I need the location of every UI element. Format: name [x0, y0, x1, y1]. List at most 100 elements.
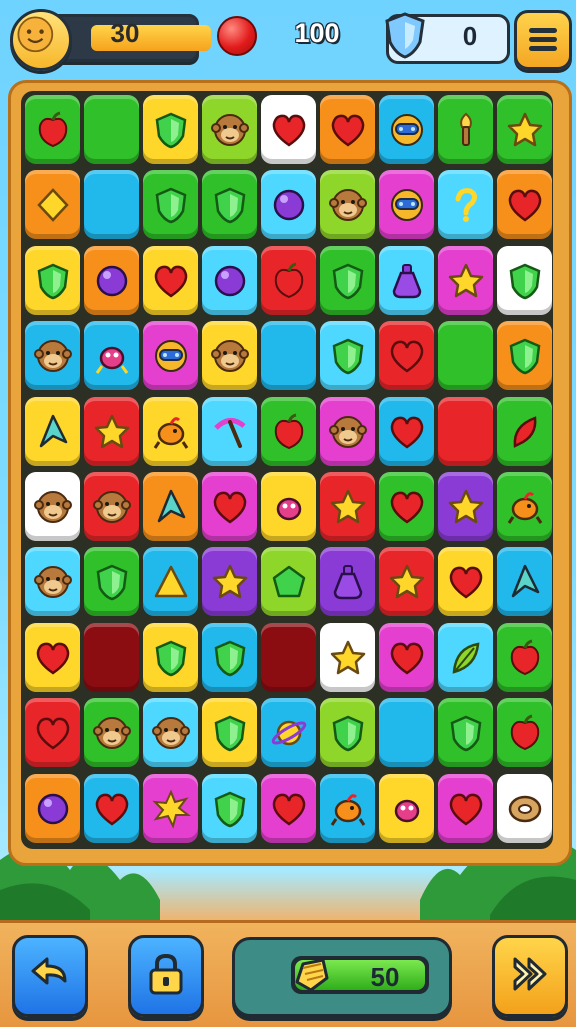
- board-tile[interactable]: [438, 95, 493, 164]
- board-tile[interactable]: [143, 95, 198, 164]
- board-tile[interactable]: [84, 698, 139, 768]
- board-tile[interactable]: [320, 547, 375, 617]
- player-avatar[interactable]: [10, 9, 72, 71]
- board-tile[interactable]: [143, 773, 198, 843]
- board-tile[interactable]: [379, 95, 434, 164]
- board-tile[interactable]: [202, 472, 257, 541]
- board-tile[interactable]: [25, 396, 80, 466]
- board-tile[interactable]: [261, 321, 316, 391]
- board-tile[interactable]: [320, 698, 375, 768]
- board-tile[interactable]: [143, 547, 198, 617]
- board-tile[interactable]: [25, 321, 80, 391]
- board-tile[interactable]: [25, 95, 80, 164]
- board-tile[interactable]: [379, 773, 434, 843]
- menu-bar-icon: [529, 37, 557, 42]
- board-tile[interactable]: [143, 245, 198, 315]
- board-tile[interactable]: [84, 245, 139, 315]
- board-tile[interactable]: [84, 170, 139, 240]
- board-tile[interactable]: [497, 170, 552, 240]
- board-tile[interactable]: [438, 622, 493, 692]
- board-tile[interactable]: [25, 245, 80, 315]
- board-tile[interactable]: [497, 95, 552, 164]
- board-tile[interactable]: [438, 472, 493, 541]
- board-tile[interactable]: [202, 245, 257, 315]
- board-tile[interactable]: [261, 773, 316, 843]
- board-tile[interactable]: [438, 170, 493, 240]
- board-tile[interactable]: [202, 773, 257, 843]
- board-tile[interactable]: [497, 472, 552, 541]
- board-tile[interactable]: [202, 396, 257, 466]
- board-tile[interactable]: [261, 622, 316, 692]
- board-tile[interactable]: [202, 170, 257, 240]
- board-tile[interactable]: [261, 472, 316, 541]
- heart-icon: [213, 491, 247, 524]
- board-tile[interactable]: [497, 547, 552, 617]
- board-tile[interactable]: [320, 321, 375, 391]
- board-tile[interactable]: [320, 773, 375, 843]
- board-tile[interactable]: [497, 773, 552, 843]
- board-tile[interactable]: [497, 245, 552, 315]
- board-tile[interactable]: [84, 396, 139, 466]
- board-tile[interactable]: [25, 547, 80, 617]
- board-tile[interactable]: [202, 321, 257, 391]
- board-tile[interactable]: [84, 95, 139, 164]
- board-tile[interactable]: [320, 245, 375, 315]
- board-tile[interactable]: [143, 321, 198, 391]
- board-tile[interactable]: [497, 698, 552, 768]
- board-tile[interactable]: [438, 245, 493, 315]
- board-tile[interactable]: [25, 622, 80, 692]
- board-tile[interactable]: [143, 698, 198, 768]
- board-tile[interactable]: [25, 170, 80, 240]
- board-tile[interactable]: [84, 773, 139, 843]
- board-tile[interactable]: [261, 170, 316, 240]
- board-tile[interactable]: [438, 773, 493, 843]
- board-tile[interactable]: [438, 396, 493, 466]
- board-tile[interactable]: [379, 547, 434, 617]
- board-tile[interactable]: [25, 698, 80, 768]
- menu-button[interactable]: [514, 10, 572, 70]
- board-tile[interactable]: [143, 472, 198, 541]
- board-tile[interactable]: [84, 547, 139, 617]
- board-tile[interactable]: [438, 547, 493, 617]
- board-tile[interactable]: [497, 321, 552, 391]
- board-tile[interactable]: [379, 622, 434, 692]
- board-tile[interactable]: [261, 698, 316, 768]
- board-tile[interactable]: [261, 245, 316, 315]
- board-tile[interactable]: [438, 698, 493, 768]
- board-tile[interactable]: [379, 245, 434, 315]
- board-tile[interactable]: [202, 698, 257, 768]
- board-tile[interactable]: [379, 321, 434, 391]
- board-tile[interactable]: [320, 95, 375, 164]
- board-tile[interactable]: [202, 622, 257, 692]
- board-tile[interactable]: [25, 472, 80, 541]
- board-tile[interactable]: [84, 321, 139, 391]
- board-tile[interactable]: [379, 472, 434, 541]
- fast-forward-button[interactable]: [492, 935, 568, 1017]
- board-tile[interactable]: [379, 698, 434, 768]
- lock-button[interactable]: [128, 935, 204, 1017]
- board-tile[interactable]: [25, 773, 80, 843]
- menu-bar-icon: [529, 46, 557, 51]
- board-tile[interactable]: [379, 396, 434, 466]
- monkey-icon: [93, 717, 131, 750]
- board-tile[interactable]: [497, 396, 552, 466]
- board-tile[interactable]: [261, 396, 316, 466]
- board-tile[interactable]: [438, 321, 493, 391]
- board-tile[interactable]: [84, 472, 139, 541]
- moves-label: 50: [370, 962, 400, 992]
- board-tile[interactable]: [320, 396, 375, 466]
- board-tile[interactable]: [497, 622, 552, 692]
- board-tile[interactable]: [379, 170, 434, 240]
- board-tile[interactable]: [202, 95, 257, 164]
- board-tile[interactable]: [84, 622, 139, 692]
- board-tile[interactable]: [320, 472, 375, 541]
- undo-button[interactable]: [12, 935, 88, 1017]
- board-tile[interactable]: [143, 622, 198, 692]
- board-tile[interactable]: [143, 396, 198, 466]
- board-tile[interactable]: [261, 95, 316, 164]
- board-tile[interactable]: [320, 170, 375, 240]
- board-tile[interactable]: [202, 547, 257, 617]
- board-tile[interactable]: [143, 170, 198, 240]
- board-tile[interactable]: [320, 622, 375, 692]
- board-tile[interactable]: [261, 547, 316, 617]
